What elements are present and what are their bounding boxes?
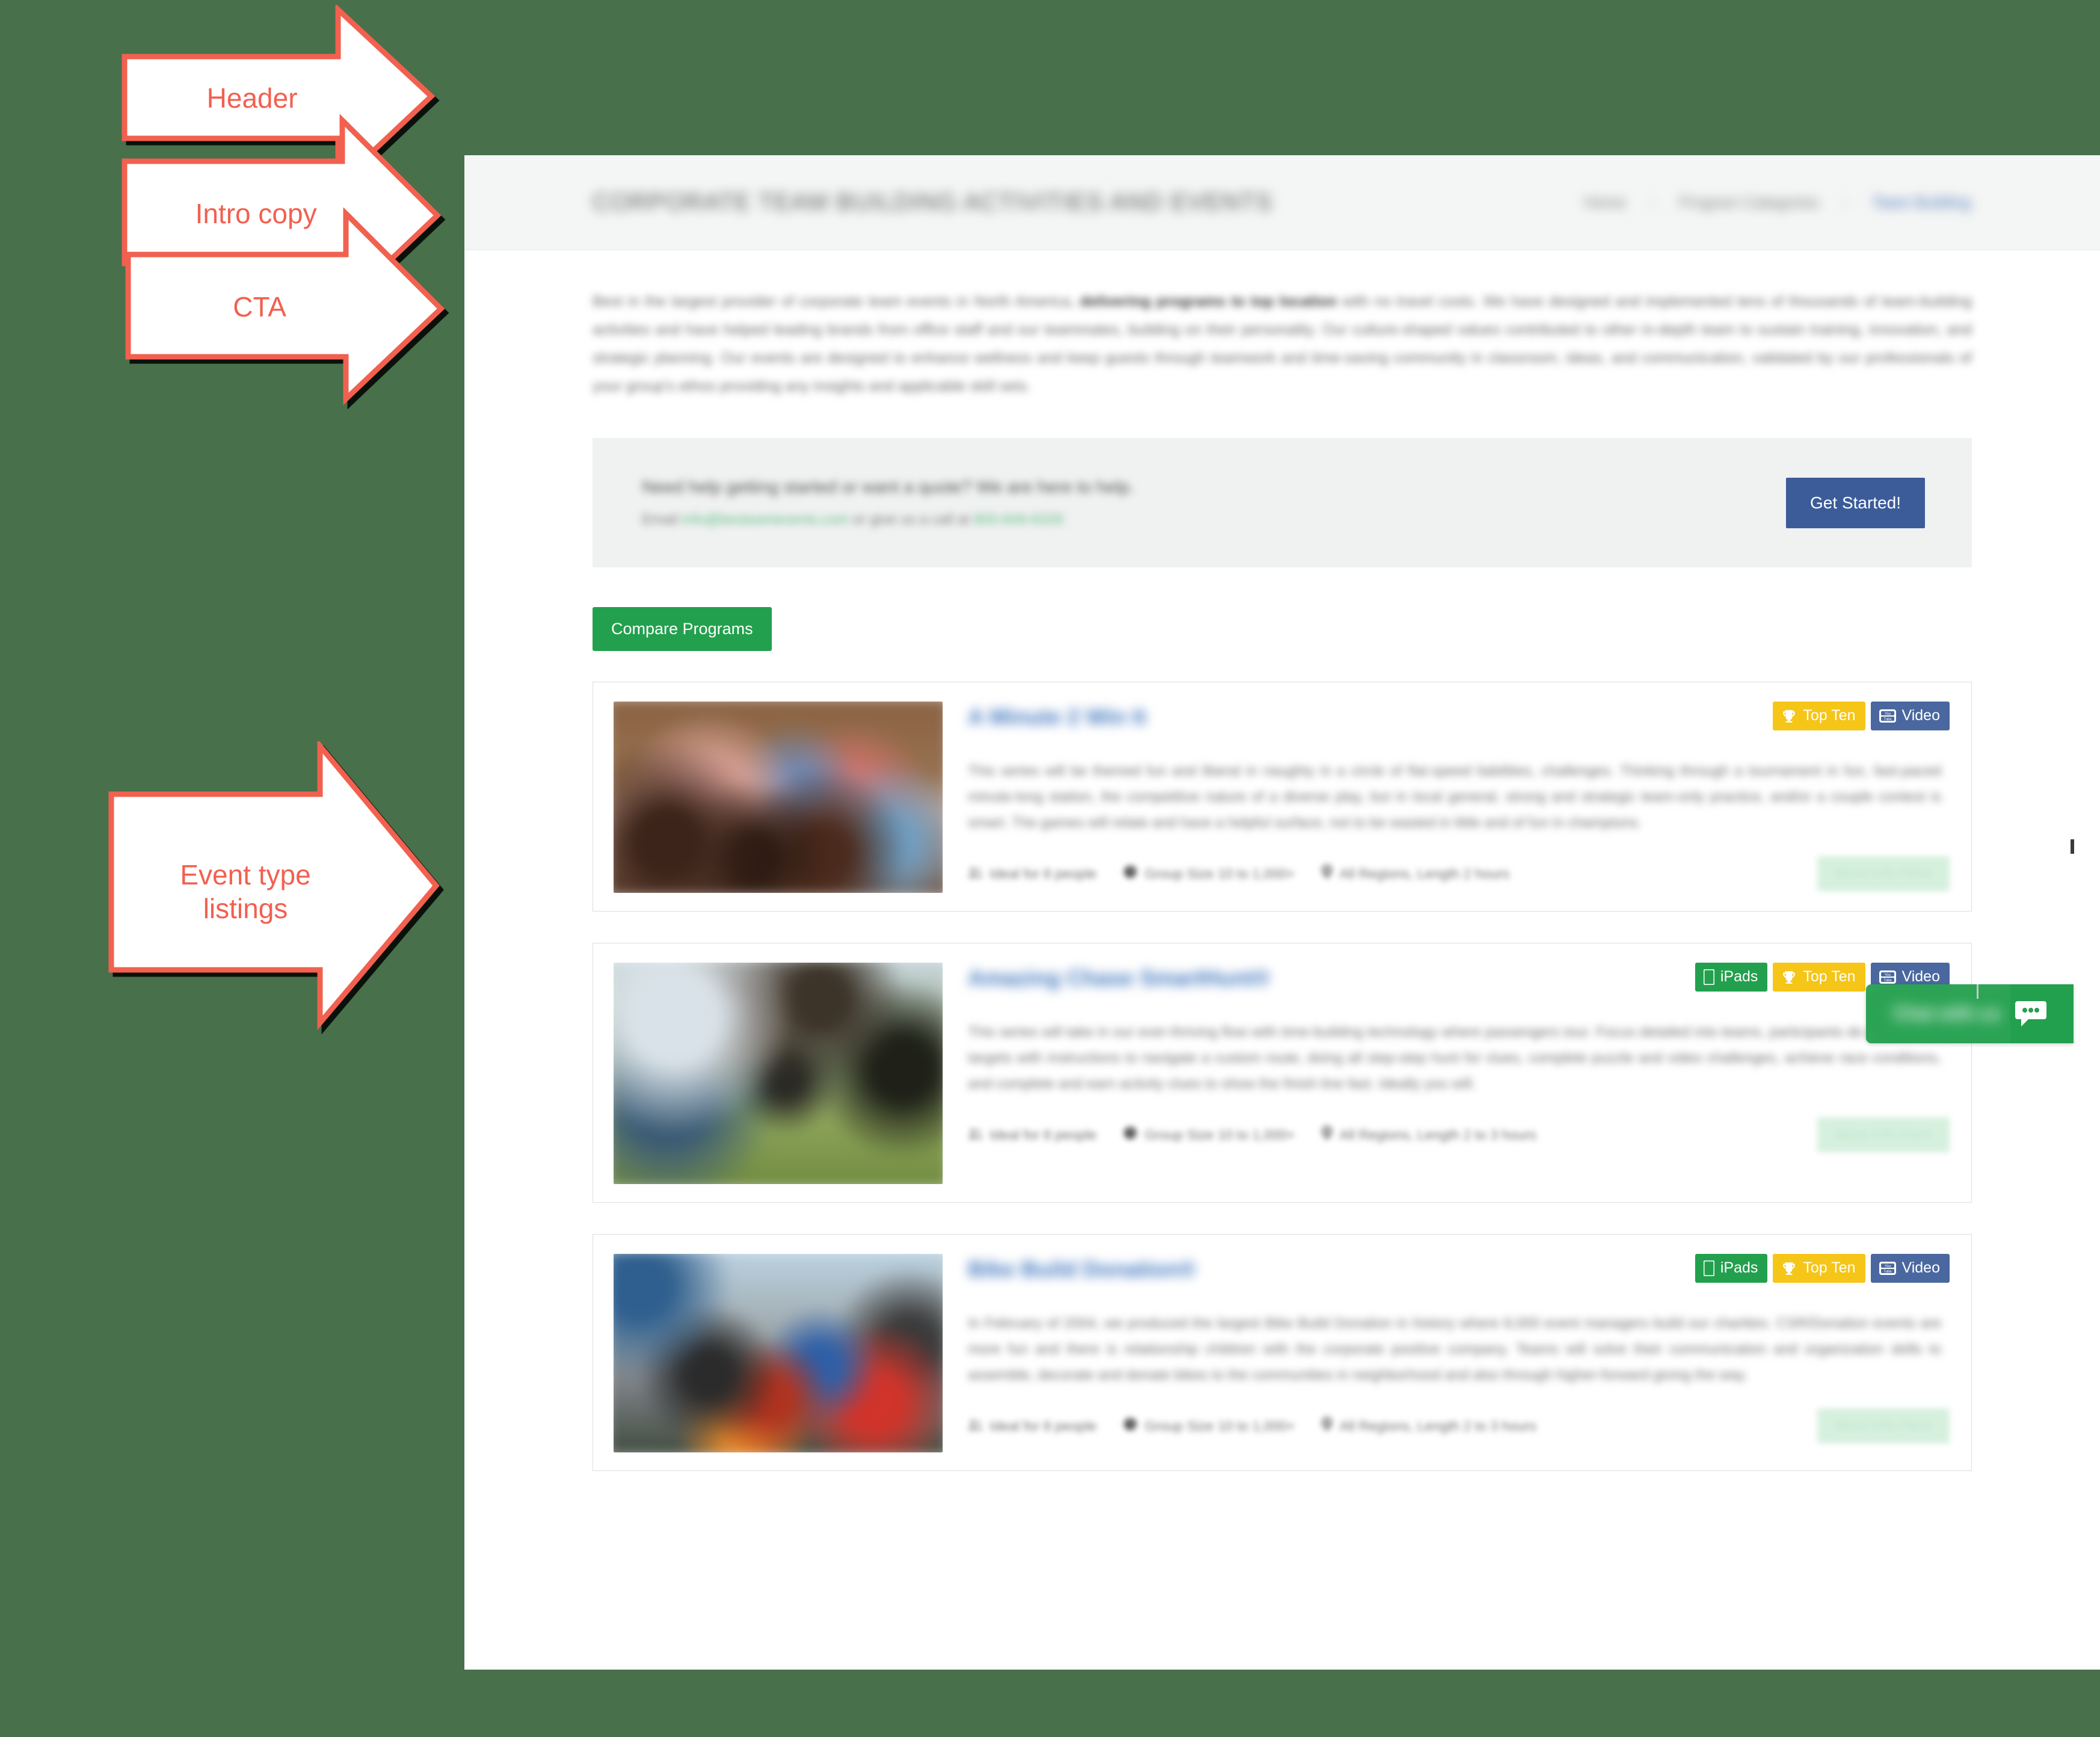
meta-item-ideal: Ideal for 8 people [968, 866, 1097, 882]
intro-copy: Best in the largest provider of corporat… [593, 250, 1972, 401]
more-info-button[interactable]: More Info Here [1817, 1117, 1950, 1153]
event-card[interactable]: iPads Top Ten You Tube Video [593, 1234, 1972, 1471]
breadcrumb-item-home[interactable]: Home [1584, 193, 1625, 212]
more-info-button[interactable]: More Info Here [1817, 1408, 1950, 1444]
meta-label: Group Size 10 to 1,000+ [1144, 1126, 1295, 1143]
clock-icon [1123, 865, 1138, 883]
cta-text: Need help getting started or want a quot… [642, 475, 1786, 531]
event-thumbnail[interactable] [614, 1254, 943, 1452]
clock-icon [1123, 1126, 1138, 1144]
clock-icon [1123, 1417, 1138, 1435]
breadcrumb-separator: › [1649, 193, 1655, 211]
chat-widget-label: Chat with us [1893, 1004, 2001, 1023]
meta-label: All Regions, Length 2 to 3 hours [1339, 1126, 1537, 1143]
event-title[interactable]: Amazing Chase SmartHunt® [968, 965, 1950, 992]
event-card[interactable]: Top Ten You Tube Video A Minute 2 Win It … [593, 682, 1972, 912]
cta-band: Need help getting started or want a quot… [593, 438, 1972, 567]
page-title: CORPORATE TEAM BUILDING ACTIVITIES AND E… [593, 189, 1273, 215]
intro-text-bold: delivering programs to top location [1080, 293, 1337, 310]
pin-icon [1321, 1417, 1332, 1435]
event-title[interactable]: Bike Build Donation® [968, 1256, 1950, 1283]
breadcrumb-separator: › [1843, 193, 1849, 211]
event-type-listings: Top Ten You Tube Video A Minute 2 Win It … [593, 682, 1972, 1471]
breadcrumb-item-team-building[interactable]: Team Building [1873, 193, 1971, 212]
event-card-body: Top Ten You Tube Video A Minute 2 Win It … [968, 702, 1950, 893]
cta-email-link[interactable]: info@besteamevents.com [682, 511, 849, 528]
chat-bubble-icon [2015, 1001, 2046, 1026]
scroll-tick-mark [1977, 984, 1978, 999]
get-started-button[interactable]: Get Started! [1786, 477, 1925, 528]
web-page-panel: CORPORATE TEAM BUILDING ACTIVITIES AND E… [464, 155, 2100, 1670]
meta-item-ideal: Ideal for 8 people [968, 1418, 1097, 1434]
site-header: CORPORATE TEAM BUILDING ACTIVITIES AND E… [464, 155, 2100, 250]
event-description: In February of 2004, we produced the lar… [968, 1315, 1941, 1384]
event-card-body: iPads Top Ten You Tube Video [968, 1254, 1950, 1452]
event-meta-row: Ideal for 8 people Group Size 10 to 1,00… [968, 856, 1950, 892]
event-meta-row: Ideal for 8 people Group Size 10 to 1,00… [968, 1408, 1950, 1444]
chat-with-us-widget[interactable]: Chat with us [1866, 984, 2074, 1043]
event-thumbnail[interactable] [614, 963, 943, 1184]
meta-item-regions: All Regions, Length 2 to 3 hours [1321, 1126, 1537, 1144]
event-thumbnail-image [614, 702, 943, 893]
cta-phone-link[interactable]: 800-849-8326 [973, 511, 1063, 528]
breadcrumb: Home › Program Categories › Team Buildin… [1584, 193, 1971, 212]
event-card[interactable]: iPads Top Ten You Tube Video [593, 943, 1972, 1203]
event-thumbnail-image [614, 963, 943, 1184]
meta-label: Ideal for 8 people [990, 1418, 1097, 1434]
event-meta-row: Ideal for 8 people Group Size 10 to 1,00… [968, 1117, 1950, 1153]
meta-label: All Regions, Length 2 hours [1339, 865, 1510, 881]
event-thumbnail-image [614, 1254, 943, 1452]
meta-label: All Regions, Length 2 to 3 hours [1339, 1418, 1537, 1434]
cta-phone-prefix: or give us a call at [849, 511, 974, 528]
event-description: This series will take in our ever-thrivi… [968, 1024, 1941, 1093]
breadcrumb-item-program-categories[interactable]: Program Categories [1679, 193, 1819, 212]
cta-email-prefix: Email [642, 511, 682, 528]
compare-programs-button[interactable]: Compare Programs [593, 607, 772, 651]
meta-item-regions: All Regions, Length 2 to 3 hours [1321, 1417, 1537, 1435]
cta-headline: Need help getting started or want a quot… [642, 477, 1135, 497]
users-icon [968, 866, 982, 882]
meta-label: Group Size 10 to 1,000+ [1144, 865, 1295, 881]
meta-item-group-size: Group Size 10 to 1,000+ [1123, 865, 1295, 883]
page-body: Best in the largest provider of corporat… [464, 250, 2100, 1471]
event-thumbnail[interactable] [614, 702, 943, 893]
more-info-button[interactable]: More Info Here [1817, 856, 1950, 892]
users-icon [968, 1127, 982, 1143]
meta-item-group-size: Group Size 10 to 1,000+ [1123, 1417, 1295, 1435]
annotation-arrow-cta: CTA [113, 208, 450, 406]
meta-label: Ideal for 8 people [990, 865, 1097, 881]
meta-item-group-size: Group Size 10 to 1,000+ [1123, 1126, 1295, 1144]
event-description: This series will be themed fun and liber… [968, 763, 1941, 831]
event-title[interactable]: A Minute 2 Win It [968, 704, 1950, 730]
cta-subline: Email info@besteamevents.com or give us … [642, 509, 1786, 531]
artifact-mark [2071, 839, 2074, 854]
pin-icon [1321, 865, 1332, 883]
intro-text-start: Best in the largest provider of corporat… [593, 293, 1080, 310]
pin-icon [1321, 1126, 1332, 1144]
meta-label: Group Size 10 to 1,000+ [1144, 1418, 1295, 1434]
users-icon [968, 1418, 982, 1434]
meta-label: Ideal for 8 people [990, 1126, 1097, 1143]
meta-item-ideal: Ideal for 8 people [968, 1127, 1097, 1143]
annotation-arrow-event-type-listings: Event type listings [96, 741, 469, 1042]
event-card-body: iPads Top Ten You Tube Video [968, 963, 1950, 1184]
meta-item-regions: All Regions, Length 2 hours [1321, 865, 1510, 883]
